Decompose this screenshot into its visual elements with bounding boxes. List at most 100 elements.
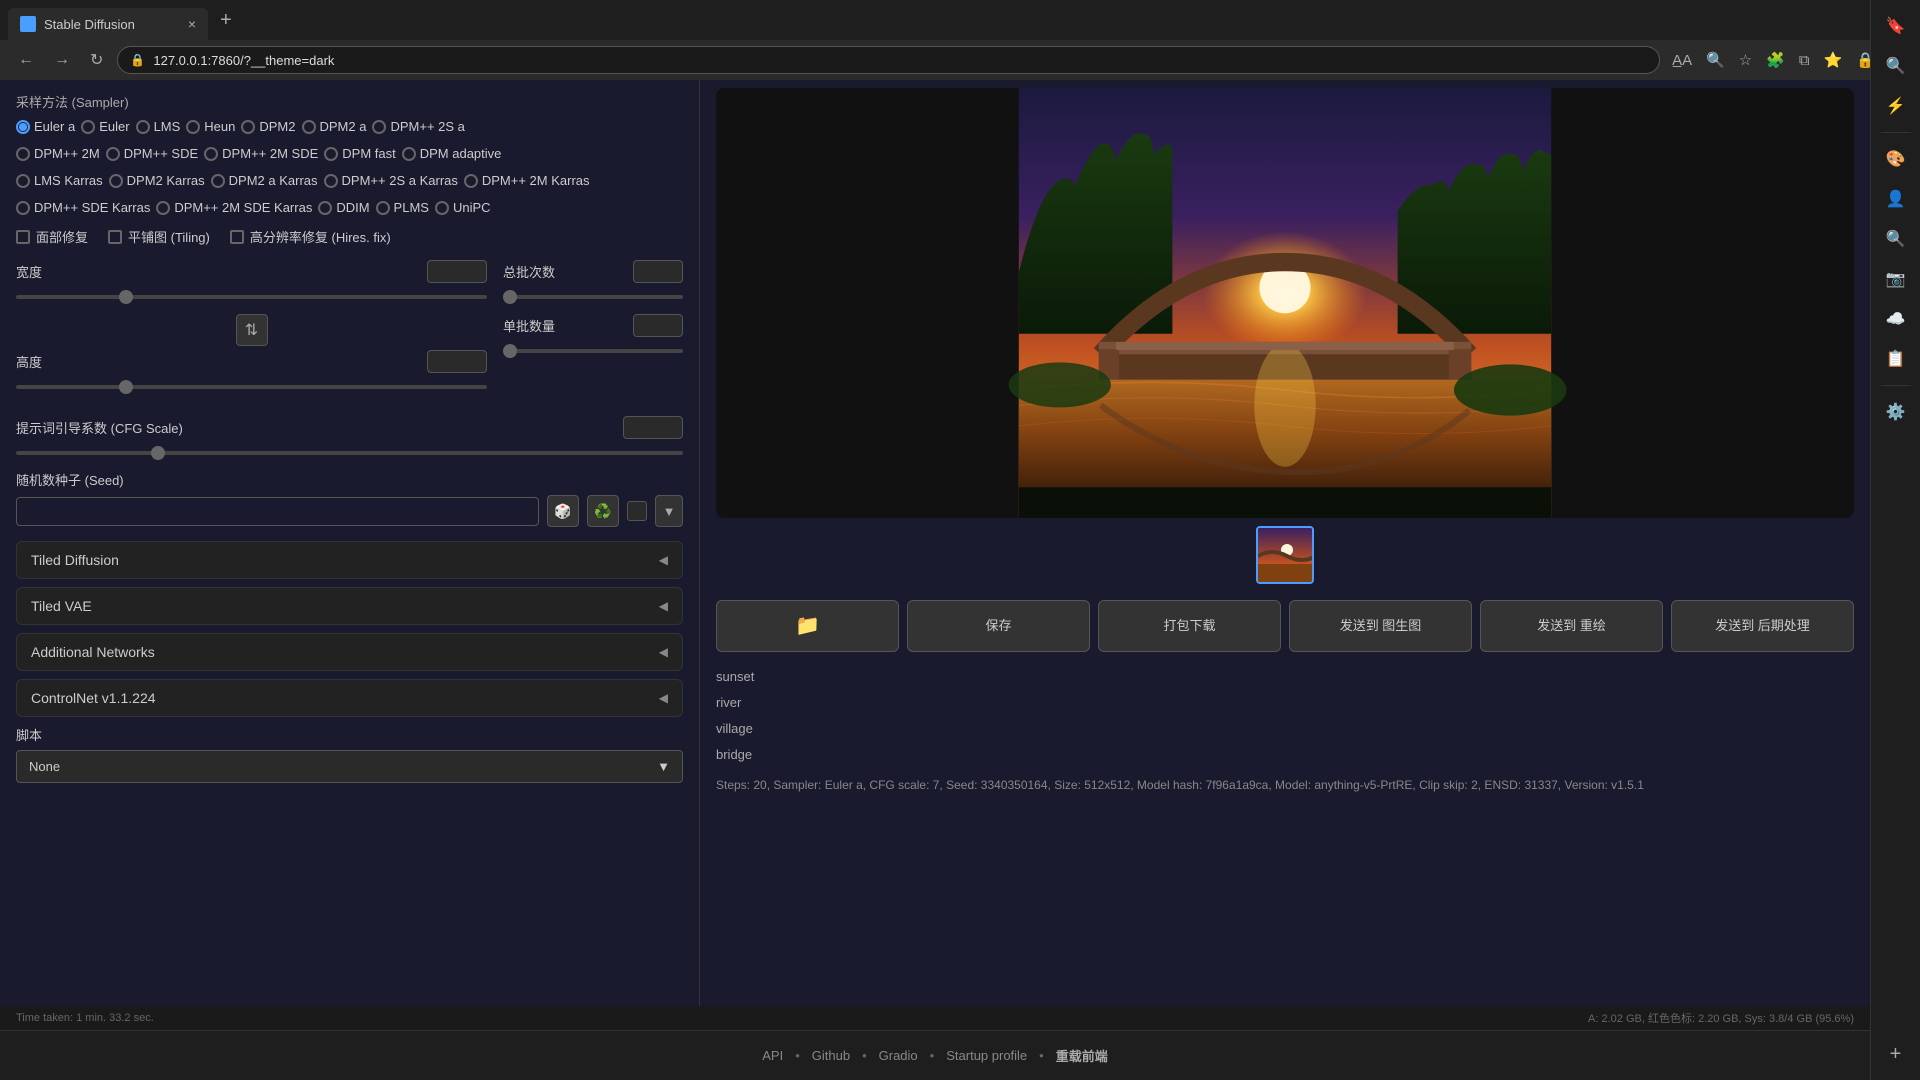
sampler-heun[interactable]: Heun (186, 119, 235, 134)
sidebar-extensions-button[interactable]: ⚡ (1878, 88, 1914, 124)
thumbnail-1[interactable] (1256, 526, 1314, 584)
send-to-postprocess-button[interactable]: 发送到 后期处理 (1671, 600, 1854, 652)
sampler-dpmpp2mkarras[interactable]: DPM++ 2M Karras (464, 173, 590, 188)
sampler-dpmpp2m[interactable]: DPM++ 2M (16, 146, 100, 161)
browser-tabs: Stable Diffusion × + (0, 0, 1920, 40)
sidebar-zoom-button[interactable]: 🔍 (1878, 221, 1914, 257)
sampler-dpmfast[interactable]: DPM fast (324, 146, 395, 161)
sampler-dpmpp2sakarras[interactable]: DPM++ 2S a Karras (324, 173, 458, 188)
sidebar-profile-button[interactable]: 👤 (1878, 181, 1914, 217)
seed-extra-checkbox[interactable] (627, 501, 647, 521)
tiled-diffusion-arrow: ◀ (659, 553, 668, 567)
tag-sunset: sunset (716, 664, 1854, 690)
batch-count-input[interactable]: 1 (633, 260, 683, 283)
main-content: 采样方法 (Sampler) Euler a Euler LMS Heun DP… (0, 80, 1920, 1080)
send-to-inpaint-button[interactable]: 发送到 重绘 (1480, 600, 1663, 652)
generation-info: Steps: 20, Sampler: Euler a, CFG scale: … (716, 776, 1854, 795)
search-button[interactable]: 🔍 (1702, 47, 1729, 73)
sampler-dpmpp2msde[interactable]: DPM++ 2M SDE (204, 146, 318, 161)
sampler-dpmpp2msdekarras[interactable]: DPM++ 2M SDE Karras (156, 200, 312, 215)
sampler-grid-2: DPM++ 2M DPM++ SDE DPM++ 2M SDE DPM fast… (16, 146, 683, 161)
controlnet-accordion: ControlNet v1.1.224 ◀ (16, 679, 683, 717)
sampler-dpm2karras[interactable]: DPM2 Karras (109, 173, 205, 188)
swap-dimensions-button[interactable]: ⇅ (236, 314, 268, 346)
width-label: 宽度 (16, 262, 42, 281)
sampler-dpmpp2sa[interactable]: DPM++ 2S a (372, 119, 464, 134)
cfg-input[interactable]: 7 (623, 416, 683, 439)
seed-input[interactable]: -1 (16, 497, 539, 526)
memory-details: A: 2.02 GB, 红色色标: 2.20 GB, Sys: 3.8/4 GB… (1588, 1010, 1854, 1026)
batch-size-slider[interactable] (503, 349, 683, 353)
sampler-plms[interactable]: PLMS (376, 200, 429, 215)
translate-button[interactable]: A̲A (1668, 47, 1696, 73)
zip-download-button[interactable]: 打包下载 (1098, 600, 1281, 652)
save-button[interactable]: 保存 (907, 600, 1090, 652)
hires-fix-checkbox[interactable]: 高分辨率修复 (Hires. fix) (230, 227, 391, 246)
startup-profile-link[interactable]: Startup profile (946, 1048, 1027, 1063)
forward-button[interactable]: → (48, 47, 76, 73)
tags-area: sunset river village bridge (716, 660, 1854, 772)
api-link[interactable]: API (762, 1048, 783, 1063)
sampler-unipc[interactable]: UniPC (435, 200, 491, 215)
extensions-button[interactable]: 🧩 (1762, 47, 1789, 73)
height-row: 高度 512 (16, 350, 487, 392)
seed-section: 随机数种子 (Seed) (16, 470, 683, 489)
sampler-lms[interactable]: LMS (136, 119, 181, 134)
img2img-label: 发送到 图生图 (1340, 618, 1422, 635)
sampler-lmskarras[interactable]: LMS Karras (16, 173, 103, 188)
collections-button[interactable]: ⭐ (1820, 47, 1847, 73)
controlnet-header[interactable]: ControlNet v1.1.224 ◀ (17, 680, 682, 716)
folder-button[interactable]: 📁 (716, 600, 899, 652)
sidebar-add-button[interactable]: + (1878, 1036, 1914, 1072)
face-restore-checkbox[interactable]: 面部修复 (16, 227, 88, 246)
hires-fix-label: 高分辨率修复 (Hires. fix) (250, 227, 391, 246)
seed-dropdown[interactable]: ▼ (655, 495, 683, 527)
tiling-checkbox[interactable]: 平铺图 (Tiling) (108, 227, 210, 246)
script-select[interactable]: None ▼ (16, 750, 683, 783)
split-button[interactable]: ⧉ (1795, 47, 1814, 73)
gradio-link[interactable]: Gradio (879, 1048, 918, 1063)
sidebar-clipboard-button[interactable]: 📋 (1878, 341, 1914, 377)
recycle-button[interactable]: ♻️ (587, 495, 619, 527)
favorites-button[interactable]: ☆ (1735, 47, 1756, 73)
sampler-grid: Euler a Euler LMS Heun DPM2 DPM2 a DPM++… (16, 119, 683, 134)
sampler-dpmppsde[interactable]: DPM++ SDE (106, 146, 198, 161)
sampler-ddim[interactable]: DDIM (318, 200, 369, 215)
width-input[interactable]: 512 (427, 260, 487, 283)
sampler-grid-4: DPM++ SDE Karras DPM++ 2M SDE Karras DDI… (16, 200, 683, 215)
reload-frontend-link[interactable]: 重载前端 (1056, 1046, 1108, 1065)
tiled-diffusion-header[interactable]: Tiled Diffusion ◀ (17, 542, 682, 578)
dice-button[interactable]: 🎲 (547, 495, 579, 527)
sidebar-bookmarks-button[interactable]: 🔖 (1878, 8, 1914, 44)
sidebar-palette-button[interactable]: 🎨 (1878, 141, 1914, 177)
batch-size-input[interactable]: 1 (633, 314, 683, 337)
sidebar-settings-button[interactable]: ⚙️ (1878, 394, 1914, 430)
new-tab-button[interactable]: + (212, 5, 240, 36)
sampler-euler-a[interactable]: Euler a (16, 119, 75, 134)
address-bar[interactable]: 🔒 127.0.0.1:7860/?__theme=dark (117, 46, 1660, 74)
back-button[interactable]: ← (12, 47, 40, 73)
browser-tab[interactable]: Stable Diffusion × (8, 8, 208, 40)
cfg-slider[interactable] (16, 451, 683, 455)
sampler-dpm2[interactable]: DPM2 (241, 119, 295, 134)
sampler-dpm2akarras[interactable]: DPM2 a Karras (211, 173, 318, 188)
reload-button[interactable]: ↻ (84, 46, 109, 74)
sampler-euler[interactable]: Euler (81, 119, 129, 134)
seed-label: 随机数种子 (Seed) (16, 473, 124, 488)
height-input[interactable]: 512 (427, 350, 487, 373)
tab-close-button[interactable]: × (188, 16, 196, 32)
sampler-dpmadaptive[interactable]: DPM adaptive (402, 146, 502, 161)
send-to-img2img-button[interactable]: 发送到 图生图 (1289, 600, 1472, 652)
height-slider[interactable] (16, 385, 487, 389)
sidebar-camera-button[interactable]: 📷 (1878, 261, 1914, 297)
sampler-dpm2a[interactable]: DPM2 a (302, 119, 367, 134)
additional-networks-header[interactable]: Additional Networks ◀ (17, 634, 682, 670)
tag-bridge: bridge (716, 742, 1854, 768)
sidebar-search-button[interactable]: 🔍 (1878, 48, 1914, 84)
batch-count-slider[interactable] (503, 295, 683, 299)
sampler-dppppsdekarras[interactable]: DPM++ SDE Karras (16, 200, 150, 215)
github-link[interactable]: Github (812, 1048, 850, 1063)
width-slider[interactable] (16, 295, 487, 299)
tiled-vae-header[interactable]: Tiled VAE ◀ (17, 588, 682, 624)
sidebar-cloud-button[interactable]: ☁️ (1878, 301, 1914, 337)
